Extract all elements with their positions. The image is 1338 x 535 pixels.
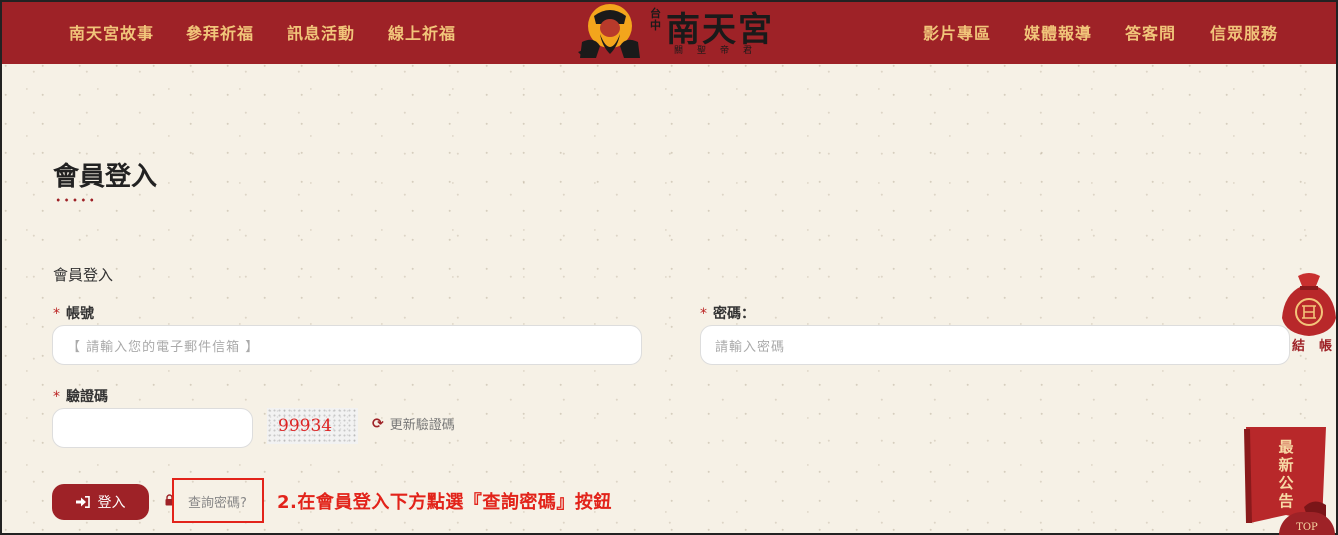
captcha-input[interactable] [52,408,253,448]
instruction-annotation: 2.在會員登入下方點選『查詢密碼』按鈕 [277,492,612,513]
password-placeholder: 請輸入密碼 [715,339,786,355]
nav-story[interactable]: 南天宮故事 [69,20,154,44]
refresh-icon: ⟳ [372,415,384,432]
nav-news-events[interactable]: 訊息活動 [287,20,355,44]
nav-member-services[interactable]: 信眾服務 [1210,20,1278,44]
nav-faq[interactable]: 答客問 [1125,20,1176,44]
section-label: 會員登入 [53,266,114,284]
required-mark: * [53,389,60,405]
login-button-label: 登入 [97,495,126,511]
password-label-text: 密碼： [713,306,755,322]
account-placeholder: 【 請輸入您的電子郵件信箱 】 [67,339,260,355]
required-mark: * [53,306,60,322]
nav-videos[interactable]: 影片專區 [923,20,991,44]
page-title: 會員登入 [53,162,158,192]
account-label-text: 帳號 [66,306,94,322]
refresh-captcha-label: 更新驗證碼 [389,418,455,433]
nav-worship[interactable]: 參拜祈福 [186,20,254,44]
nav-online-blessing[interactable]: 線上祈福 [388,20,456,44]
account-input[interactable]: 【 請輸入您的電子郵件信箱 】 [52,325,642,365]
login-button[interactable]: 登入 [52,484,149,520]
refresh-captcha-link[interactable]: ⟳ 更新驗證碼 [372,414,455,434]
sign-in-icon [75,496,90,508]
site-logo[interactable]: 台中 南天宮 關聖帝君 [574,2,774,60]
nav-media-reports[interactable]: 媒體報導 [1024,20,1092,44]
captcha-label-text: 驗證碼 [66,389,108,405]
title-dots-divider [54,198,96,202]
captcha-image-text: 99934 [278,416,333,436]
logo-city: 台中 [650,7,661,32]
password-label: * 密碼： [700,303,755,323]
captcha-label: * 驗證碼 [53,386,108,406]
news-banner-label[interactable]: 最新公告 [1276,438,1296,510]
captcha-image: 99934 [267,408,358,444]
account-label: * 帳號 [53,303,94,323]
back-to-top-label: TOP [1296,522,1318,533]
password-input[interactable]: 請輸入密碼 [700,325,1290,365]
logo-subtitle: 關聖帝君 [674,46,767,56]
guan-yu-figure-icon [578,4,640,58]
required-mark: * [700,306,707,322]
checkout-label[interactable]: 結帳 [1292,335,1338,354]
query-password-link[interactable]: 查詢密碼? [188,492,247,511]
paper-texture [2,2,1336,533]
top-navbar: 南天宮故事 參拜祈福 訊息活動 線上祈福 台中 南天宮 關聖帝君 影片專區 媒體… [2,2,1336,64]
